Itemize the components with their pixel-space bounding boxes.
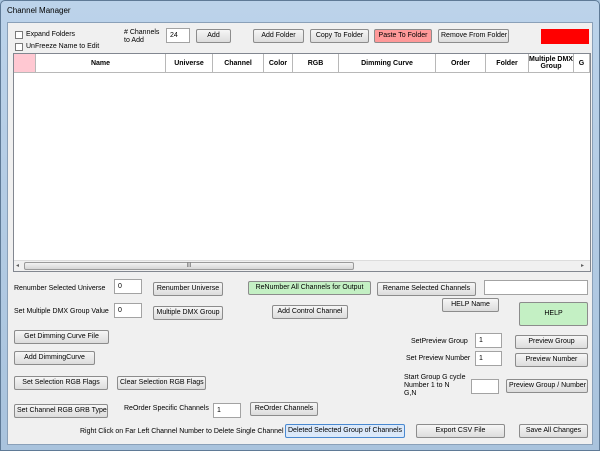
set-preview-number-label: Set Preview Number [406,355,471,362]
renumber-universe-label: Renumber Selected Universe [14,285,106,292]
reorder-channels-button[interactable]: ReOrder Channels [250,402,318,416]
expand-folders-label: Expand Folders [26,31,76,38]
start-group-input[interactable] [471,379,499,394]
channels-to-add-input[interactable]: 24 [166,28,190,43]
save-all-changes-button[interactable]: Save All Changes [519,424,588,438]
copy-to-folder-button[interactable]: Copy To Folder [310,29,369,43]
unfreeze-name-label: UnFreeze Name to Edit [26,43,100,50]
unfreeze-name-checkbox[interactable] [15,43,23,51]
paste-to-folder-button[interactable]: Paste To Folder [374,29,432,43]
set-selection-rgb-flags-button[interactable]: Set Selection RGB Flags [14,376,108,390]
column-folder[interactable]: Folder [486,54,529,73]
set-preview-number-input[interactable]: 1 [475,351,502,366]
preview-group-button[interactable]: Preview Group [515,335,588,349]
channel-grid[interactable]: Name Universe Channel Color RGB Dimming … [13,53,591,272]
reorder-label: ReOrder Specific Channels [124,405,209,412]
remove-from-folder-button[interactable]: Remove From Folder [438,29,509,43]
scroll-right-arrow-icon[interactable]: ▸ [581,262,584,270]
column-g[interactable]: G [574,54,590,73]
column-multiple-dmx-group[interactable]: Multiple DMX Group [529,54,574,73]
add-folder-button[interactable]: Add Folder [253,29,304,43]
expand-folders-checkbox[interactable] [15,31,23,39]
scroll-grip: III [186,263,192,269]
channel-manager-window: Channel Manager Expand Folders UnFreeze … [0,0,600,451]
dmx-group-label: Set Multiple DMX Group Value [14,308,109,315]
client-area: Expand Folders UnFreeze Name to Edit # C… [7,22,593,445]
scroll-thumb[interactable]: III [24,262,354,270]
get-dimming-curve-file-button[interactable]: Get Dimming Curve File [14,330,109,344]
deleted-selected-group-button[interactable]: Deleted Selected Group of Channels [285,424,405,438]
renumber-all-button[interactable]: ReNumber All Channels for Output [248,281,371,295]
preview-group-number-button[interactable]: Preview Group / Number [506,379,588,393]
preview-number-button[interactable]: Preview Number [515,353,588,367]
dmx-group-input[interactable]: 0 [114,303,142,318]
window-title: Channel Manager [7,6,71,15]
horizontal-scrollbar[interactable]: ◂ III ▸ [14,260,590,271]
set-preview-group-input[interactable]: 1 [475,333,502,348]
grid-corner-cell[interactable] [14,54,36,73]
reorder-input[interactable]: 1 [213,403,241,418]
rename-selected-button[interactable]: Rename Selected Channels [377,282,476,296]
add-dimming-curve-button[interactable]: Add DimmingCurve [14,351,95,365]
column-dimming-curve[interactable]: Dimming Curve [339,54,436,73]
export-csv-button[interactable]: Export CSV File [416,424,505,438]
column-universe[interactable]: Universe [166,54,213,73]
column-order[interactable]: Order [436,54,486,73]
renumber-universe-input[interactable]: 0 [114,279,142,294]
clear-selection-rgb-flags-button[interactable]: Clear Selection RGB Flags [117,376,206,390]
column-name[interactable]: Name [36,54,166,73]
set-preview-group-label: SetPreview Group [411,338,468,345]
column-channel[interactable]: Channel [213,54,264,73]
channels-to-add-label: # Channels to Add [124,29,160,44]
rename-input[interactable] [484,280,588,295]
renumber-universe-button[interactable]: Renumber Universe [153,282,223,296]
right-click-hint: Right Click on Far Left Channel Number t… [80,428,284,435]
column-rgb[interactable]: RGB [293,54,339,73]
column-color[interactable]: Color [264,54,293,73]
grid-header: Name Universe Channel Color RGB Dimming … [14,54,590,73]
set-channel-rgb-grb-type-button[interactable]: Set Channel RGB GRB Type [14,404,108,418]
help-name-button[interactable]: HELP Name [442,298,499,312]
start-group-label: Start Group G cycle Number 1 to N G,N [404,374,466,397]
multiple-dmx-group-button[interactable]: Multiple DMX Group [153,306,223,320]
help-button[interactable]: HELP [519,302,588,326]
add-button[interactable]: Add [196,29,231,43]
status-indicator [541,29,589,44]
add-control-channel-button[interactable]: Add Control Channel [272,305,348,319]
scroll-left-arrow-icon[interactable]: ◂ [16,262,19,270]
